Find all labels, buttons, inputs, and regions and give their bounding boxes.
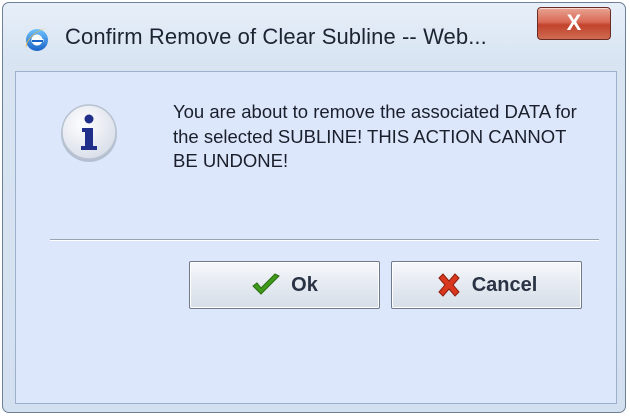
window-title: Confirm Remove of Clear Subline -- Web..… (65, 24, 487, 49)
internet-explorer-icon (22, 24, 52, 54)
dialog-window: Confirm Remove of Clear Subline -- Web..… (2, 2, 626, 413)
close-icon: X (566, 10, 582, 35)
separator (50, 239, 599, 241)
dialog-body: You are about to remove the associated D… (15, 71, 617, 404)
dialog-message: You are about to remove the associated D… (173, 101, 577, 171)
close-button[interactable]: X (537, 7, 611, 40)
cancel-button[interactable]: Cancel (391, 261, 582, 309)
checkmark-icon (251, 273, 281, 297)
info-icon (58, 102, 120, 164)
cancel-label: Cancel (471, 273, 538, 296)
ok-button[interactable]: Ok (189, 261, 380, 309)
title-bar[interactable]: Confirm Remove of Clear Subline -- Web..… (3, 3, 625, 71)
ok-label: Ok (291, 273, 318, 296)
x-mark-icon (436, 273, 462, 297)
